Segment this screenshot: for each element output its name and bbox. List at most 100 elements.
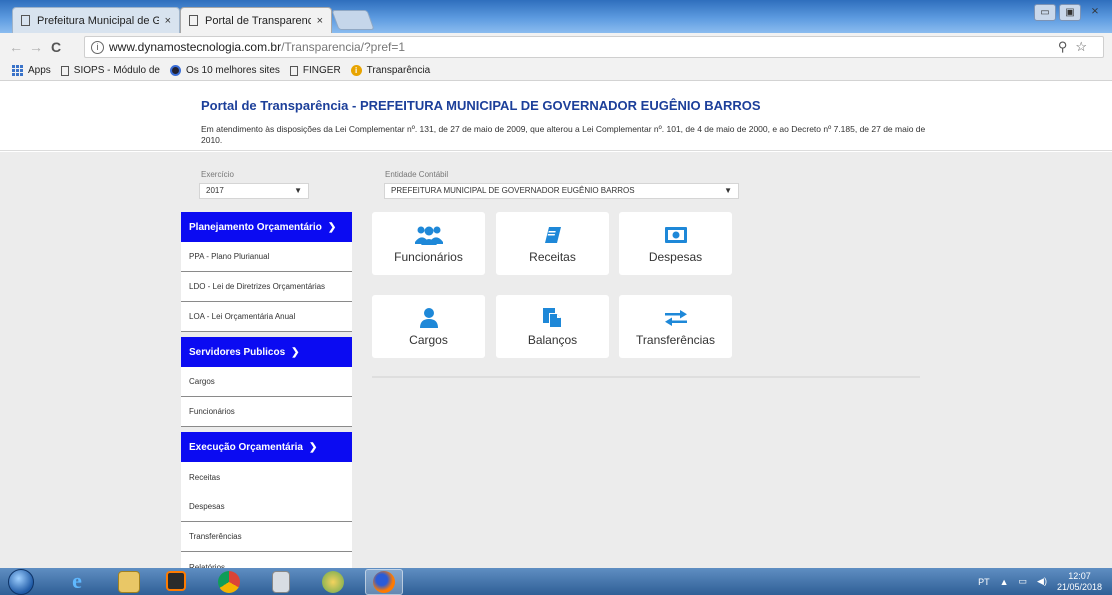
url-input[interactable]: i www.dynamostecnologia.com.br/Transpare… [84,36,1104,58]
exercicio-select[interactable]: 2017 ▼ [199,183,309,199]
sidebar-item-loa[interactable]: LOA - Lei Orçamentária Anual [181,302,352,332]
sidebar: Planejamento Orçamentário ❯ PPA - Plano P… [181,212,352,582]
network-icon[interactable]: ▭ [1019,576,1028,587]
section-servidores-publicos[interactable]: Servidores Publicos ❯ [181,337,352,367]
section-title: Execução Orçamentária [189,441,303,453]
close-window-button[interactable]: ⨯ [1084,4,1106,21]
calculator-icon[interactable] [272,571,290,593]
paint-icon[interactable] [322,571,344,593]
tile-label: Balanços [527,333,578,347]
page-header: Portal de Transparência - PREFEITURA MUN… [0,81,1112,151]
browser-tab-prefeitura[interactable]: Prefeitura Municipal de G × [12,7,180,33]
sidebar-item-ldo[interactable]: LDO - Lei de Diretrizes Orçamentárias [181,272,352,302]
tile-label: Cargos [409,333,448,347]
dropdown-caret-icon: ▼ [724,186,732,195]
reload-icon[interactable]: C [46,39,66,55]
bookmark-label: Os 10 melhores sites [185,65,280,76]
chevron-down-icon: ❯ [308,441,318,453]
tray-arrow-icon[interactable]: ▲ [1000,577,1009,587]
sidebar-item-receitas[interactable]: Receitas [181,462,352,492]
maximize-button[interactable]: ▣ [1059,4,1081,21]
tab-close-icon[interactable]: × [317,15,323,27]
url-path: /Transparencia/?pref=1 [281,40,406,54]
tile-label: Transferências [636,333,715,347]
bookmark-apps[interactable]: Apps [12,65,51,76]
document-icon [189,15,198,26]
tab-title: Prefeitura Municipal de G [37,14,159,27]
sidebar-item-funcionarios[interactable]: Funcionários [181,397,352,427]
zoom-and-star-icons[interactable]: ⚲☆ [1058,39,1095,55]
apps-grid-icon [12,65,23,76]
entidade-label: Entidade Contábil [385,170,449,179]
bookmark-transparencia[interactable]: i Transparência [350,65,430,76]
section-planejamento-orcamentario[interactable]: Planejamento Orçamentário ❯ [181,212,352,242]
tile-despesas[interactable]: Despesas [619,212,732,275]
clock-time: 12:07 [1068,570,1091,581]
main-content: Exercício 2017 ▼ Entidade Contábil PREFE… [0,152,1112,582]
address-bar: ← → C i www.dynamostecnologia.com.br/Tra… [0,33,1112,61]
tile-label: Despesas [648,250,703,264]
clock-date: 21/05/2018 [1056,581,1102,592]
dropdown-caret-icon: ▼ [294,186,302,195]
tile-transferencias[interactable]: Transferências [619,295,732,358]
chevron-down-icon: ❯ [327,221,337,233]
sidebar-item-transferencias[interactable]: Transferências [181,522,352,552]
internet-explorer-icon[interactable]: e [66,570,88,593]
tab-close-icon[interactable]: × [165,15,171,27]
window-controls: ▭ ▣ ⨯ [1034,4,1106,21]
tile-cargos[interactable]: Cargos [372,295,485,358]
page-title: Portal de Transparência - PREFEITURA MUN… [201,98,761,113]
book-icon [544,224,562,246]
bookmark-siops[interactable]: SIOPS - Módulo de [60,65,160,76]
chevron-down-icon: ❯ [291,346,300,358]
tile-label: Receitas [529,250,576,264]
tile-funcionarios[interactable]: Funcionários [372,212,485,275]
exercicio-value: 2017 [206,186,224,195]
info-icon: i [350,65,362,76]
bookmarks-bar: Apps SIOPS - Módulo de Os 10 melhores si… [0,61,1112,81]
bookmark-10-melhores[interactable]: Os 10 melhores sites [169,65,280,76]
new-tab-button[interactable] [331,10,375,30]
sidebar-item-ppa[interactable]: PPA - Plano Plurianual [181,242,352,272]
language-indicator[interactable]: PT [978,577,990,587]
bookmark-label: Apps [28,65,51,76]
page-description: Em atendimento às disposições da Lei Com… [201,124,926,145]
tile-receitas[interactable]: Receitas [496,212,609,275]
bookmark-label: FINGER [302,65,341,76]
bookmark-finger[interactable]: FINGER [289,65,341,76]
section-title: Servidores Publicos [189,346,286,358]
back-arrow-icon[interactable]: ← [6,39,26,55]
minimize-button[interactable]: ▭ [1034,4,1056,21]
tab-title: Portal de Transparencia [205,14,311,27]
section-title: Planejamento Orçamentário [189,221,322,233]
users-icon [414,224,443,246]
sidebar-item-despesas[interactable]: Despesas [181,492,352,522]
volume-icon[interactable]: ◀) [1037,576,1047,587]
tile-balancos[interactable]: Balanços [496,295,609,358]
chrome-icon[interactable] [218,571,240,593]
bookmark-label: SIOPS - Módulo de [73,65,160,76]
os-taskbar: e PT ▲ ▭ ◀) 12:07 21/05/2018 [0,568,1112,595]
url-host: www.dynamostecnologia.com.br [109,40,282,54]
file-explorer-icon[interactable] [118,571,140,593]
exercicio-label: Exercício [201,170,234,179]
section-execucao-orcamentaria[interactable]: Execução Orçamentária ❯ [181,432,352,462]
document-icon [21,15,30,26]
entidade-select[interactable]: PREFEITURA MUNICIPAL DE GOVERNADOR EUGÊN… [384,183,739,199]
user-icon [419,307,439,329]
info-icon[interactable]: i [91,40,104,54]
browser-tab-portal[interactable]: Portal de Transparencia × [180,7,332,33]
exchange-icon [664,307,687,329]
browser-tab-bar: Prefeitura Municipal de G × Portal de Tr… [0,0,1112,33]
tile-label: Funcionários [394,250,463,264]
content-divider [372,376,920,378]
firefox-icon[interactable] [373,571,395,593]
start-button-icon[interactable] [8,569,34,595]
media-player-icon[interactable] [166,571,186,591]
sidebar-item-cargos[interactable]: Cargos [181,367,352,397]
document-icon [60,65,69,76]
money-icon [664,224,687,246]
clock[interactable]: 12:07 21/05/2018 [1057,571,1102,593]
system-tray: PT ▲ ▭ ◀) 12:07 21/05/2018 [978,568,1102,595]
forward-arrow-icon[interactable]: → [26,39,46,55]
